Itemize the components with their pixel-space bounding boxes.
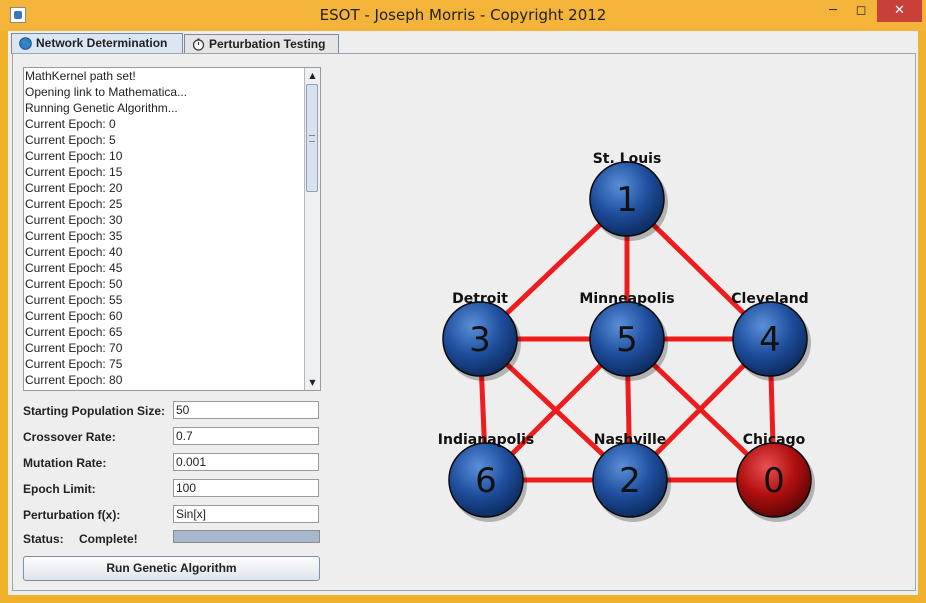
node-3: 3 Detroit [442, 291, 521, 381]
crossover-label: Crossover Rate: [23, 430, 116, 444]
status-label: Status: [23, 532, 64, 546]
epoch-limit-label: Epoch Limit: [23, 482, 96, 496]
tab-label: Network Determination [36, 36, 168, 50]
log-line: Opening link to Mathematica... [25, 85, 188, 99]
scroll-down-arrow-icon[interactable]: ▼ [305, 375, 320, 390]
node-label: Chicago [743, 432, 806, 448]
mutation-label: Mutation Rate: [23, 456, 107, 470]
node-0: 0 Chicago [736, 432, 815, 522]
status-value: Complete! [79, 532, 138, 546]
application-window: ESOT - Joseph Morris - Copyright 2012 ─ … [0, 0, 926, 603]
scrollbar-thumb[interactable] [306, 84, 318, 192]
progress-bar [173, 530, 320, 543]
log-lines: MathKernel path set! Opening link to Math… [24, 68, 320, 388]
title-bar[interactable]: ESOT - Joseph Morris - Copyright 2012 ─ … [0, 0, 926, 31]
log-line: Current Epoch: 35 [25, 229, 123, 243]
tab-perturbation-testing[interactable]: Perturbation Testing [184, 34, 339, 54]
log-line: Current Epoch: 0 [25, 117, 116, 131]
scroll-up-arrow-icon[interactable]: ▲ [305, 68, 320, 83]
population-label: Starting Population Size: [23, 404, 166, 418]
graph-nodes: 1 St. Louis 3 Detroit 5 Minneapolis 4 Cleveland… [438, 151, 815, 522]
log-line: Current Epoch: 10 [25, 149, 123, 163]
log-line: Current Epoch: 50 [25, 277, 123, 291]
network-graph: 1 St. Louis 3 Detroit 5 Minneapolis 4 Cleveland… [438, 151, 815, 522]
log-line: Current Epoch: 55 [25, 293, 123, 307]
log-scrollbar[interactable]: ▲ ▼ [304, 68, 320, 390]
log-line: Running Genetic Algorithm... [25, 101, 178, 115]
log-line: Current Epoch: 20 [25, 181, 123, 195]
perturbation-label: Perturbation f(x): [23, 508, 121, 522]
log-line: Current Epoch: 40 [25, 245, 123, 259]
log-line: MathKernel path set! [25, 69, 136, 83]
node-label: Indianapolis [438, 432, 534, 448]
mutation-input[interactable]: 0.001 [173, 453, 319, 471]
node-number: 5 [616, 320, 638, 360]
node-number: 1 [616, 180, 638, 220]
network-determination-panel: MathKernel path set! Opening link to Math… [12, 53, 916, 591]
node-number: 2 [619, 461, 641, 501]
population-input[interactable]: 50 [173, 401, 319, 419]
epoch-limit-input[interactable]: 100 [173, 479, 319, 497]
log-line: Current Epoch: 60 [25, 309, 123, 323]
client-area: Network Determination Perturbation Testi… [8, 31, 918, 595]
log-textarea[interactable]: MathKernel path set! Opening link to Math… [23, 67, 321, 391]
node-label: Cleveland [731, 291, 808, 307]
close-button[interactable]: ✕ [877, 0, 922, 22]
grip-icon [309, 135, 315, 142]
crossover-input[interactable]: 0.7 [173, 427, 319, 445]
tab-network-determination[interactable]: Network Determination [11, 33, 183, 54]
node-number: 0 [763, 461, 785, 501]
node-1: 1 St. Louis [589, 151, 668, 241]
node-label: Minneapolis [579, 291, 674, 307]
maximize-button[interactable]: ◻ [848, 0, 874, 22]
log-line: Current Epoch: 65 [25, 325, 123, 339]
minimize-button[interactable]: ─ [820, 0, 846, 22]
globe-icon [19, 37, 32, 50]
node-2: 2 Nashville [592, 432, 671, 522]
log-line: Current Epoch: 15 [25, 165, 123, 179]
node-6: 6 Indianapolis [438, 432, 534, 522]
log-line: Current Epoch: 25 [25, 197, 123, 211]
node-label: St. Louis [593, 151, 662, 167]
perturbation-input[interactable]: Sin[x] [173, 505, 319, 523]
tab-label: Perturbation Testing [209, 37, 326, 51]
tab-strip: Network Determination Perturbation Testi… [8, 31, 918, 54]
log-line: Current Epoch: 5 [25, 133, 116, 147]
node-label: Nashville [594, 432, 666, 448]
stopwatch-icon [192, 38, 205, 51]
node-number: 4 [759, 320, 781, 360]
log-line: Current Epoch: 75 [25, 357, 123, 371]
log-line: Current Epoch: 45 [25, 261, 123, 275]
node-number: 6 [475, 461, 497, 501]
progress-fill [174, 531, 319, 542]
node-number: 3 [469, 320, 491, 360]
window-title: ESOT - Joseph Morris - Copyright 2012 [319, 6, 607, 24]
log-line: Current Epoch: 70 [25, 341, 123, 355]
log-line: Current Epoch: 30 [25, 213, 123, 227]
run-genetic-algorithm-button[interactable]: Run Genetic Algorithm [23, 556, 320, 581]
node-label: Detroit [452, 291, 508, 307]
log-line: Current Epoch: 80 [25, 373, 123, 387]
